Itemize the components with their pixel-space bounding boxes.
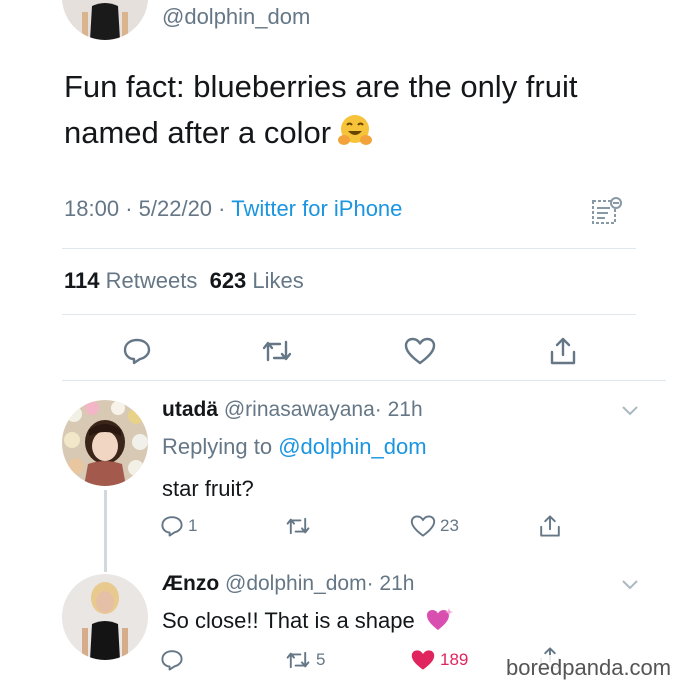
share-button[interactable] [538,514,562,538]
retweet-icon[interactable] [260,336,294,366]
reply-author-name[interactable]: utadä [162,398,218,421]
meta-separator: · [125,196,133,221]
chevron-down-icon[interactable] [620,578,640,592]
retweets-label: Retweets [105,268,198,293]
reply-text: So close!! That is a shape [162,608,415,633]
likes-label: Likes [252,268,304,293]
reply-text: star fruit? [162,476,254,501]
like-count: 189 [440,650,469,669]
author-handle[interactable]: @dolphin_dom [162,4,310,30]
analytics-icon[interactable] [590,196,624,226]
tweet-stats: 114 Retweets 623 Likes [64,268,304,294]
author-avatar[interactable] [62,0,148,40]
watermark: boredpanda.com [502,655,676,681]
retweet-count: 5 [316,650,326,669]
divider [62,380,666,381]
like-button[interactable]: 189 [410,648,468,672]
retweet-button[interactable] [284,514,316,538]
reply-count: 1 [188,516,198,535]
reply-author-name[interactable]: Ænzo [162,572,219,595]
retweet-icon [284,514,312,538]
divider [62,248,636,249]
like-count: 23 [440,516,459,535]
reply-text-row: So close!! That is a shape [162,606,455,634]
share-icon[interactable] [548,336,578,366]
chevron-down-icon[interactable] [620,404,640,418]
reply-icon [160,514,184,538]
replying-to-handle[interactable]: @dolphin_dom [278,434,426,459]
like-icon [410,648,436,672]
reply-avatar[interactable] [62,400,148,486]
reply-avatar[interactable] [62,574,148,660]
retweets-count: 114 [64,268,100,293]
replying-to-prefix: Replying to [162,434,273,459]
replying-to: Replying to @dolphin_dom [162,434,427,460]
tweet-text-line-2-text: named after a color [64,115,332,150]
reply-age[interactable]: · 21h [367,572,415,595]
tweet-time[interactable]: 18:00 [64,196,119,221]
sparkling-heart-emoji [425,606,455,632]
like-icon[interactable] [404,336,436,366]
reply-icon[interactable] [122,336,152,366]
tweet-meta: 18:00 · 5/22/20 · Twitter for iPhone [64,196,402,222]
tweet-source[interactable]: Twitter for iPhone [231,196,402,221]
divider [62,314,636,315]
reply-header: Ænzo @dolphin_dom· 21h [162,572,414,596]
like-icon [410,514,436,538]
retweet-button[interactable]: 5 [284,648,325,672]
retweet-icon [284,648,312,672]
tweet-text-line-1: Fun fact: blueberries are the only fruit [64,69,578,104]
tweet-date[interactable]: 5/22/20 [139,196,212,221]
like-button[interactable]: 23 [410,514,459,538]
reply-author-handle[interactable]: @dolphin_dom [225,572,367,595]
retweets-stat[interactable]: 114 Retweets [64,268,197,293]
reply-age[interactable]: · 21h [375,398,423,421]
tweet-text: Fun fact: blueberries are the only fruit… [64,64,664,156]
likes-stat[interactable]: 623 Likes [210,268,304,293]
meta-separator: · [218,196,226,221]
thread-connector [104,490,107,572]
likes-count: 623 [209,268,247,293]
reply-button[interactable]: 1 [160,514,197,538]
reply-icon [160,648,184,672]
reply-header: utadä @rinasawayana· 21h [162,398,423,422]
share-icon [538,514,562,538]
tweet-text-line-2: named after a color [64,110,664,156]
reply-button[interactable] [160,648,188,672]
reply-author-handle[interactable]: @rinasawayana [224,398,375,421]
hugging-face-emoji [337,113,373,149]
